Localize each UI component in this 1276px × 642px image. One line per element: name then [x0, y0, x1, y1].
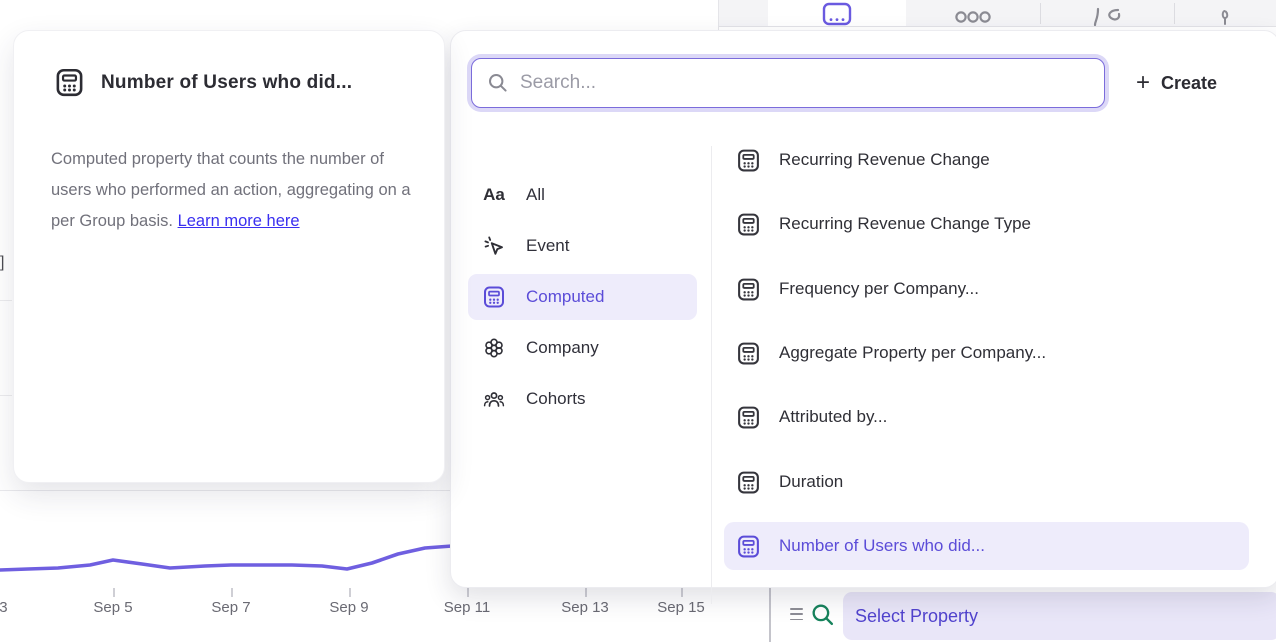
background-row-divider	[0, 300, 12, 301]
text-format-icon: Aa	[482, 185, 506, 205]
tab-divider	[1040, 3, 1041, 24]
search-placeholder: Search...	[520, 72, 596, 94]
property-label: Attributed by...	[779, 407, 887, 427]
calculator-icon	[54, 67, 85, 98]
property-row[interactable]: Duration	[724, 458, 1249, 506]
property-label: Frequency per Company...	[779, 279, 979, 299]
category-event[interactable]: Event	[468, 223, 697, 269]
tooltip-title: Number of Users who did...	[101, 72, 352, 94]
x-axis-label: Sep 15	[657, 599, 705, 616]
property-row[interactable]: Attributed by...	[724, 393, 1249, 441]
category-label: Company	[526, 338, 599, 358]
tab-lasso[interactable]	[1040, 0, 1174, 26]
panel-divider-vertical	[769, 588, 771, 642]
chart-x-axis: Sep 3 Sep 5 Sep 7 Sep 9 Sep 11 Sep 13 Sep 15	[0, 588, 760, 642]
category-all[interactable]: Aa All	[468, 172, 697, 218]
x-axis-tick	[349, 588, 351, 597]
property-row-selected[interactable]: Number of Users who did...	[724, 522, 1249, 570]
calculator-icon	[736, 341, 761, 366]
x-axis-label: Sep 5	[93, 599, 132, 616]
property-label: Recurring Revenue Change	[779, 150, 990, 170]
x-axis-label: Sep 3	[0, 599, 8, 616]
property-row[interactable]: Frequency per Company...	[724, 265, 1249, 313]
bracket-text: ]	[0, 254, 4, 272]
calculator-icon	[736, 212, 761, 237]
property-tooltip-card: Number of Users who did... Computed prop…	[13, 30, 445, 483]
tooltip-description: Computed property that counts the number…	[51, 144, 411, 237]
property-label: Recurring Revenue Change Type	[779, 214, 1031, 234]
property-label: Aggregate Property per Company...	[779, 343, 1046, 363]
calculator-icon	[736, 534, 761, 559]
tab-calculator[interactable]	[768, 0, 906, 26]
x-axis-tick	[231, 588, 233, 597]
property-picker-panel: Search... + Create Aa All Event Computed…	[450, 30, 1276, 588]
property-row[interactable]: Recurring Revenue Change Type	[724, 200, 1249, 248]
search-icon	[486, 71, 510, 95]
category-label: Computed	[526, 287, 604, 307]
calculator-icon	[736, 405, 761, 430]
chart-line-series	[0, 546, 452, 570]
x-axis-label: Sep 13	[561, 599, 609, 616]
company-cluster-icon	[482, 336, 506, 360]
cursor-click-icon	[482, 234, 506, 258]
select-property-label: Select Property	[855, 606, 978, 627]
property-list: Recurring Revenue Change Recurring Reven…	[713, 31, 1276, 587]
category-label: All	[526, 185, 545, 205]
category-company[interactable]: Company	[468, 325, 697, 371]
picker-column-divider	[711, 146, 712, 604]
calculator-icon	[736, 470, 761, 495]
cohorts-people-icon	[482, 387, 506, 411]
learn-more-link[interactable]: Learn more here	[178, 212, 300, 230]
x-axis-label: Sep 11	[444, 599, 490, 616]
calculator-icon	[736, 277, 761, 302]
calculator-icon	[482, 285, 506, 309]
tab-flag[interactable]	[1174, 0, 1276, 26]
drag-handle-icon[interactable]	[790, 608, 803, 620]
calculator-tab-icon	[822, 16, 852, 26]
view-tabbar	[719, 0, 1276, 27]
property-label: Number of Users who did...	[779, 536, 985, 556]
select-property-button[interactable]: Select Property	[843, 592, 1276, 640]
category-cohorts[interactable]: Cohorts	[468, 376, 697, 422]
calculator-icon	[736, 148, 761, 173]
category-computed[interactable]: Computed	[468, 274, 697, 320]
category-label: Event	[526, 236, 569, 256]
x-axis-label: Sep 7	[211, 599, 250, 616]
background-row-divider	[0, 395, 12, 396]
x-axis-label: Sep 9	[329, 599, 368, 616]
x-axis-tick	[585, 588, 587, 597]
category-label: Cohorts	[526, 389, 586, 409]
tab-groups[interactable]	[906, 0, 1040, 26]
x-axis-tick	[467, 588, 469, 597]
search-icon[interactable]	[809, 601, 837, 629]
property-label: Duration	[779, 472, 843, 492]
flag-tab-icon	[1219, 17, 1231, 26]
property-row[interactable]: Recurring Revenue Change	[724, 136, 1249, 184]
x-axis-tick	[113, 588, 115, 597]
x-axis-tick	[681, 588, 683, 597]
lasso-tab-icon	[1090, 17, 1124, 26]
tab-divider	[1174, 3, 1175, 24]
groups-tab-icon	[955, 18, 991, 26]
property-row[interactable]: Aggregate Property per Company...	[724, 329, 1249, 377]
